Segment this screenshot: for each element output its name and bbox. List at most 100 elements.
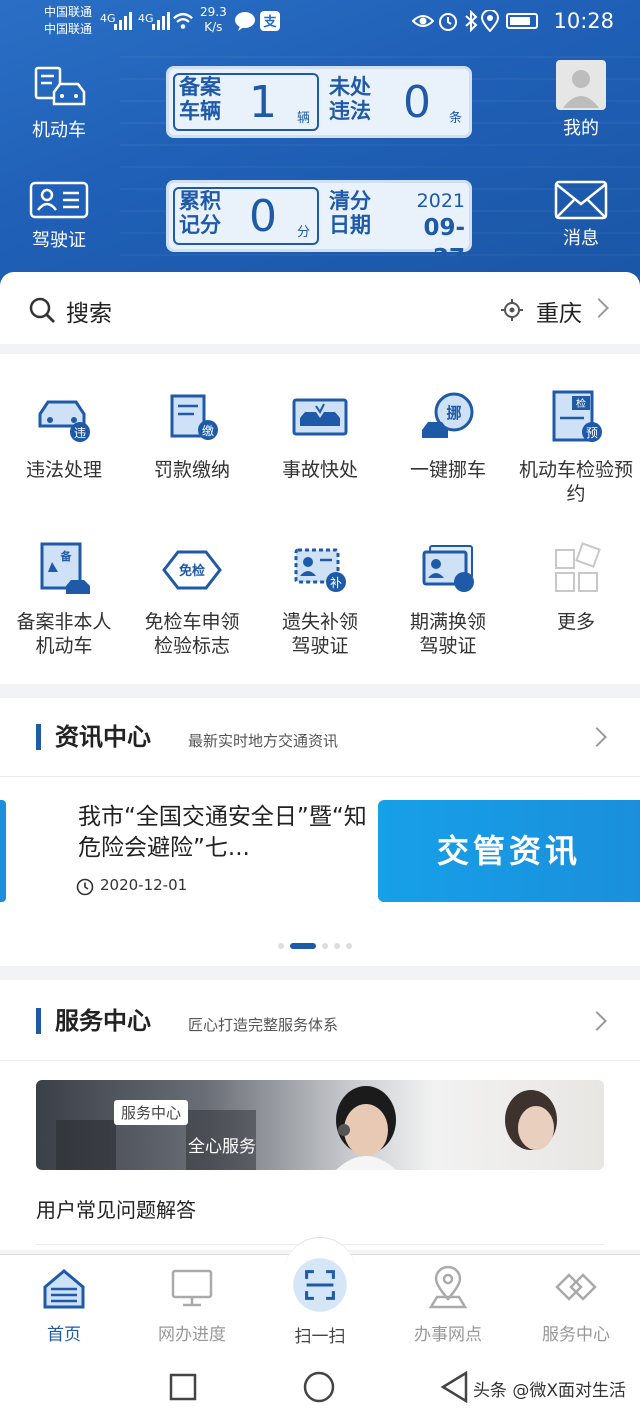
service-label: 罚款缴纳 [153,459,230,481]
bottom-tab-bar: 首页 网办进度 扫一扫 办事网点 服务中心 [0,1237,640,1354]
vehicle-summary-card[interactable]: 备案 车辆 1 辆 未处 违法 0 条 [166,66,472,138]
service-grid: 违 违法处理 缴 罚款缴纳 事故快处 挪 一键挪车 检 预 机动车检验预约 备 … [0,354,640,684]
score-label: 累积 记分 [179,189,239,245]
carousel-dot [346,943,352,949]
service-exempt-inspection[interactable]: 免检 免检车申领检验标志 [128,542,256,658]
tab-label: 扫一扫 [294,1327,346,1347]
network-speed: 29.3 K/s [200,5,227,35]
city-selector[interactable]: 重庆 [536,294,582,328]
chat-icon [235,12,255,31]
divider [0,776,640,777]
alipay-icon: 支 [260,11,280,31]
city-chevron-icon [589,298,609,318]
registered-label-1: 备案 [179,75,221,99]
carrier-names: 中国联通 中国联通 [44,4,92,38]
location-icon [428,1265,468,1309]
service-accident[interactable]: 事故快处 [256,390,384,482]
carousel-dot [322,943,328,949]
profile-button[interactable]: 我的 [546,60,616,140]
service-label: 备案非本人机动车 [16,611,112,657]
news-section-title: 资讯中心 [36,724,151,750]
system-navigation-bar: 头条 @微X面对生活 [0,1354,640,1422]
scan-icon [293,1258,347,1312]
service-inspection-booking[interactable]: 检 预 机动车检验预约 [512,390,640,506]
carousel-dot [334,943,340,949]
reissue-license-icon: 补 [294,548,346,592]
monitor-icon [171,1269,213,1307]
carousel-dot [278,943,284,949]
service-register-vehicle[interactable]: 备 备案非本人机动车 [0,542,128,658]
tab-label: 网办进度 [158,1325,226,1345]
search-icon [29,297,55,323]
service-fine-payment[interactable]: 缴 罚款缴纳 [128,390,256,482]
avatar [556,60,606,110]
service-more-chevron-icon[interactable] [587,1011,607,1031]
service-banner[interactable]: 服务中心 全心服务 [36,1080,604,1170]
carrier-2: 中国联通 [44,22,93,36]
registered-label: 备案 车辆 [179,75,239,131]
score-label-2: 记分 [179,213,221,237]
wifi-icon [173,12,193,29]
clear-date-day: 09-27 [423,215,465,271]
battery-icon [506,13,538,29]
clock-icon [76,878,94,896]
service-label: 机动车检验预约 [518,459,633,505]
inspect-badge: 检 [576,397,586,410]
clear-date-year: 2021 [416,190,465,212]
violation-count: 0 [403,77,431,128]
license-button[interactable]: 驾驶证 [24,180,94,252]
back-nav-icon[interactable] [438,1370,470,1404]
divider [0,1060,640,1061]
news-item-title[interactable]: 我市“全国交通安全日”暨“知危险会避险”七... [78,802,368,864]
register-badge: 备 [60,549,73,563]
score-unit: 分 [297,225,311,240]
service-label: 一键挪车 [409,459,486,481]
tab-locations[interactable]: 办事网点 [384,1265,512,1345]
service-reissue-license[interactable]: 补 遗失补领驾驶证 [256,542,384,658]
service-banner-subtitle: 全心服务 [188,1137,256,1157]
tab-progress[interactable]: 网办进度 [128,1265,256,1345]
score-summary-card[interactable]: 累积 记分 0 分 清分 日期 2021 09-27 [166,180,472,271]
service-move-car[interactable]: 挪 一键挪车 [384,390,512,482]
tab-scan[interactable]: 扫一扫 [256,1258,384,1347]
service-banner-tag: 服务中心 [114,1100,189,1125]
message-button[interactable]: 消息 [546,180,616,250]
payment-badge: 缴 [202,423,214,438]
violation-label-2: 违法 [329,99,371,123]
home-nav-icon[interactable] [302,1370,336,1404]
vehicle-button[interactable]: 机动车 [24,64,94,142]
move-badge: 挪 [446,404,461,422]
speed-unit: K/s [204,20,223,34]
carousel-prev-peek[interactable] [0,800,6,902]
faq-link[interactable]: 用户常见问题解答 [36,1194,196,1223]
fine-payment-icon: 缴 [170,394,218,440]
svg-text:支: 支 [262,14,277,30]
violation-label: 未处 违法 [329,75,389,131]
tab-home[interactable]: 首页 [0,1265,128,1345]
news-more-chevron-icon[interactable] [587,727,607,747]
clear-date: 2021 09-27 [393,189,465,271]
carousel-dot-active [290,943,316,949]
header: 中国联通 中国联通 4G 4G 29.3 K/s 支 10:28 机动车 驾驶证… [0,0,640,300]
accident-icon [292,398,348,436]
watermark: 头条 @微X面对生活 [472,1381,626,1401]
tab-service-center[interactable]: 服务中心 [512,1265,640,1345]
search-input[interactable]: 搜索 [66,294,112,328]
clear-date-label-1: 清分 [329,189,371,213]
search-bar[interactable]: 搜索 重庆 [0,272,640,344]
service-renew-license[interactable]: 期满换领驾驶证 [384,542,512,658]
service-violation[interactable]: 违 违法处理 [0,390,128,482]
news-banner[interactable]: 交管资讯 [378,800,640,902]
recent-apps-icon[interactable] [168,1372,198,1402]
news-section: 资讯中心 最新实时地方交通资讯 我市“全国交通安全日”暨“知危险会避险”七...… [0,698,640,966]
service-more[interactable]: 更多 [512,542,640,634]
home-icon [43,1269,85,1309]
service-section-subtitle: 匠心打造完整服务体系 [188,1016,339,1034]
alarm-icon [439,13,457,31]
violation-unit: 条 [449,111,463,126]
handshake-icon [555,1273,597,1301]
score-value: 0 [249,191,277,242]
violation-badge: 违 [74,426,86,440]
vehicle-icon [34,66,86,106]
news-section-subtitle: 最新实时地方交通资讯 [188,732,339,750]
